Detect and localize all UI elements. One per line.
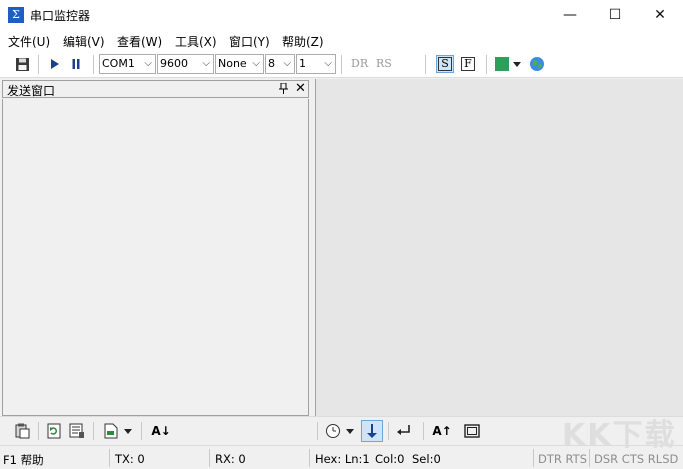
minimize-button[interactable]: —	[547, 0, 593, 30]
globe-icon[interactable]	[529, 56, 545, 72]
document-icon[interactable]	[68, 423, 86, 439]
main-toolbar: COM1 ⌵ 9600 ⌵ None ⌵ 8 ⌵ 1 ⌵ DR RS S F	[0, 51, 683, 78]
color-square-icon[interactable]	[494, 56, 510, 72]
window-icon[interactable]	[463, 423, 481, 439]
status-tx: TX: 0	[115, 452, 145, 466]
file-icon[interactable]	[102, 423, 120, 439]
font-size-up-icon[interactable]: A↑	[432, 423, 452, 439]
send-panel-header: 发送窗口 ✕	[2, 80, 309, 98]
app-icon: Σ	[8, 7, 24, 23]
status-rx: RX: 0	[215, 452, 246, 466]
stopbits-select[interactable]: 1 ⌵	[296, 54, 336, 74]
port-select[interactable]: COM1 ⌵	[99, 54, 156, 74]
monitor-area[interactable]	[315, 79, 683, 416]
title-bar: Σ 串口监控器 — ☐ ✕	[0, 0, 683, 30]
save-icon[interactable]	[14, 56, 30, 72]
send-textarea[interactable]	[2, 99, 309, 416]
menu-file[interactable]: 文件(U)	[8, 33, 50, 50]
baud-value: 9600	[160, 57, 188, 70]
dropdown-arrow-icon[interactable]	[512, 56, 522, 72]
port-value: COM1	[102, 57, 135, 70]
databits-value: 8	[268, 57, 275, 70]
status-dtr-rts: DTR RTS	[538, 452, 588, 466]
parity-select[interactable]: None ⌵	[215, 54, 264, 74]
pin-icon[interactable]	[279, 82, 288, 97]
send-panel: 发送窗口 ✕	[0, 79, 311, 416]
status-dsr-cts-rlsd: DSR CTS RLSD	[594, 452, 679, 466]
status-sel: Sel:0	[412, 452, 441, 466]
status-col: Col:0	[375, 452, 405, 466]
s-label: S	[438, 57, 452, 71]
menu-view[interactable]: 查看(W)	[117, 33, 162, 50]
status-hex-line: Hex: Ln:1	[315, 452, 370, 466]
dr-label[interactable]: DR	[351, 57, 368, 70]
maximize-button[interactable]: ☐	[592, 0, 638, 30]
paste-icon[interactable]	[13, 423, 31, 439]
chevron-down-icon: ⌵	[202, 58, 210, 69]
chevron-down-icon: ⌵	[283, 58, 291, 69]
dropdown-arrow-icon[interactable]	[345, 423, 355, 439]
dropdown-arrow-icon[interactable]	[123, 423, 133, 439]
f-label: F	[461, 57, 475, 71]
menu-window[interactable]: 窗口(Y)	[229, 33, 270, 50]
s-toggle-button[interactable]: S	[436, 55, 454, 73]
auto-scroll-icon[interactable]	[361, 420, 383, 442]
font-size-down-icon[interactable]: A↓	[151, 423, 171, 439]
enter-icon[interactable]	[395, 423, 413, 439]
clock-icon[interactable]	[324, 423, 342, 439]
chevron-down-icon: ⌵	[144, 58, 152, 69]
close-button[interactable]: ✕	[637, 0, 683, 30]
play-icon[interactable]	[46, 56, 62, 72]
rs-label[interactable]: RS	[376, 57, 392, 70]
window-title: 串口监控器	[30, 9, 91, 23]
databits-select[interactable]: 8 ⌵	[265, 54, 295, 74]
chevron-down-icon: ⌵	[324, 58, 332, 69]
refresh-icon[interactable]	[45, 423, 63, 439]
baud-select[interactable]: 9600 ⌵	[157, 54, 214, 74]
status-help: F1 帮助	[3, 453, 44, 467]
watermark: KK下载	[562, 418, 677, 453]
f-toggle-button[interactable]: F	[460, 56, 476, 72]
chevron-down-icon: ⌵	[252, 58, 260, 69]
menu-tools[interactable]: 工具(X)	[175, 33, 217, 50]
menu-help[interactable]: 帮助(Z)	[282, 33, 324, 50]
parity-value: None	[218, 57, 247, 70]
stopbits-value: 1	[299, 57, 306, 70]
pause-icon[interactable]	[68, 56, 84, 72]
close-panel-icon[interactable]: ✕	[295, 81, 306, 96]
menu-edit[interactable]: 编辑(V)	[63, 33, 105, 50]
menu-bar: 文件(U) 编辑(V) 查看(W) 工具(X) 窗口(Y) 帮助(Z)	[0, 30, 683, 51]
send-panel-title: 发送窗口	[7, 84, 56, 98]
